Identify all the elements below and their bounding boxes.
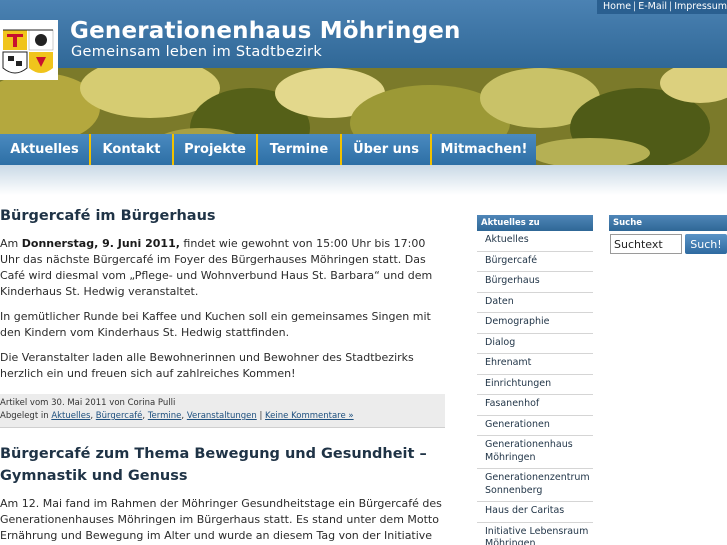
post-title[interactable]: Bürgercafé im Bürgerhaus bbox=[0, 205, 445, 227]
main-navigation: Aktuelles Kontakt Projekte Termine Über … bbox=[0, 134, 536, 165]
sidebar-item-daten[interactable]: Daten bbox=[477, 293, 593, 313]
coat-of-arms-logo bbox=[0, 20, 58, 80]
search-button[interactable]: Such! bbox=[685, 234, 727, 254]
nav-item-kontakt[interactable]: Kontakt bbox=[91, 134, 174, 165]
filed-label: Abgelegt in bbox=[0, 411, 49, 421]
post: Bürgercafé zum Thema Bewegung und Gesund… bbox=[0, 443, 445, 544]
site-subtitle: Gemeinsam leben im Stadtbezirk bbox=[71, 44, 323, 60]
sidebar-item-demographie[interactable]: Demographie bbox=[477, 313, 593, 334]
sidebar-item-generationen[interactable]: Generationen bbox=[477, 416, 593, 436]
post-meta: Artikel vom 30. Mai 2011 von Corina Pull… bbox=[0, 394, 445, 428]
sidebar-item-initiative-lebensraum[interactable]: Initiative Lebensraum Möhringen bbox=[477, 523, 593, 545]
post-paragraph: Am Donnerstag, 9. Juni 2011, findet wie … bbox=[0, 236, 445, 300]
separator: | bbox=[668, 1, 673, 12]
category-link[interactable]: Aktuelles bbox=[51, 411, 90, 421]
sidebar-item-ehrenamt[interactable]: Ehrenamt bbox=[477, 354, 593, 375]
sidebar-heading: Aktuelles zu bbox=[477, 215, 593, 231]
category-link[interactable]: Veranstaltungen bbox=[187, 411, 257, 421]
main-content: Bürgercafé im Bürgerhaus Am Donnerstag, … bbox=[0, 205, 445, 544]
home-link[interactable]: Home bbox=[603, 0, 631, 14]
top-links: Home | E-Mail | Impressum bbox=[596, 0, 727, 14]
nav-item-mitmachen[interactable]: Mitmachen! bbox=[432, 134, 536, 165]
search-input[interactable] bbox=[610, 234, 682, 254]
sidebar-item-buergerhaus[interactable]: Bürgerhaus bbox=[477, 272, 593, 293]
sidebar-item-generationenhaus[interactable]: Generationenhaus Möhringen bbox=[477, 436, 593, 469]
sidebar-item-fasanenhof[interactable]: Fasanenhof bbox=[477, 395, 593, 416]
category-link[interactable]: Termine bbox=[148, 411, 182, 421]
nav-item-projekte[interactable]: Projekte bbox=[174, 134, 258, 165]
page: Generationenhaus Möhringen Gemeinsam leb… bbox=[0, 0, 727, 545]
email-link[interactable]: E-Mail bbox=[638, 0, 667, 14]
nav-item-ueber-uns[interactable]: Über uns bbox=[342, 134, 432, 165]
nav-item-termine[interactable]: Termine bbox=[258, 134, 342, 165]
site-header: Generationenhaus Möhringen Gemeinsam leb… bbox=[0, 0, 727, 165]
search-heading: Suche bbox=[609, 215, 727, 231]
post-paragraph: In gemütlicher Runde bei Kaffee und Kuch… bbox=[0, 310, 431, 339]
category-sidebar: Aktuelles zu Aktuelles Bürgercafé Bürger… bbox=[477, 215, 593, 545]
post: Bürgercafé im Bürgerhaus Am Donnerstag, … bbox=[0, 205, 445, 428]
post-categories: Abgelegt in Aktuelles, Bürgercafé, Termi… bbox=[0, 411, 354, 421]
search-widget: Suche Such! bbox=[609, 215, 727, 254]
sidebar-item-dialog[interactable]: Dialog bbox=[477, 334, 593, 354]
sidebar-item-buergercafe[interactable]: Bürgercafé bbox=[477, 252, 593, 272]
post-title[interactable]: Bürgercafé zum Thema Bewegung und Gesund… bbox=[0, 443, 445, 487]
category-link[interactable]: Bürgercafé bbox=[96, 411, 143, 421]
impressum-link[interactable]: Impressum bbox=[674, 0, 727, 14]
text: Am bbox=[0, 237, 22, 250]
separator: | bbox=[633, 1, 637, 12]
sidebar-item-einrichtungen[interactable]: Einrichtungen bbox=[477, 375, 593, 395]
nav-item-aktuelles[interactable]: Aktuelles bbox=[0, 134, 91, 165]
site-title[interactable]: Generationenhaus Möhringen bbox=[70, 18, 461, 44]
nav-shadow bbox=[0, 165, 727, 195]
comments-link[interactable]: Keine Kommentare » bbox=[265, 411, 354, 421]
sidebar-item-haus-der-caritas[interactable]: Haus der Caritas bbox=[477, 502, 593, 523]
event-date: Donnerstag, 9. Juni 2011, bbox=[21, 237, 180, 250]
post-date-author: Artikel vom 30. Mai 2011 von Corina Pull… bbox=[0, 398, 176, 408]
sidebar-item-generationenzentrum[interactable]: Generationenzentrum Sonnenberg bbox=[477, 469, 593, 502]
sidebar-item-aktuelles[interactable]: Aktuelles bbox=[477, 231, 593, 252]
post-paragraph: Am 12. Mai fand im Rahmen der Möhringer … bbox=[0, 497, 442, 542]
post-paragraph: Die Veranstalter laden alle Bewohnerinne… bbox=[0, 351, 414, 380]
